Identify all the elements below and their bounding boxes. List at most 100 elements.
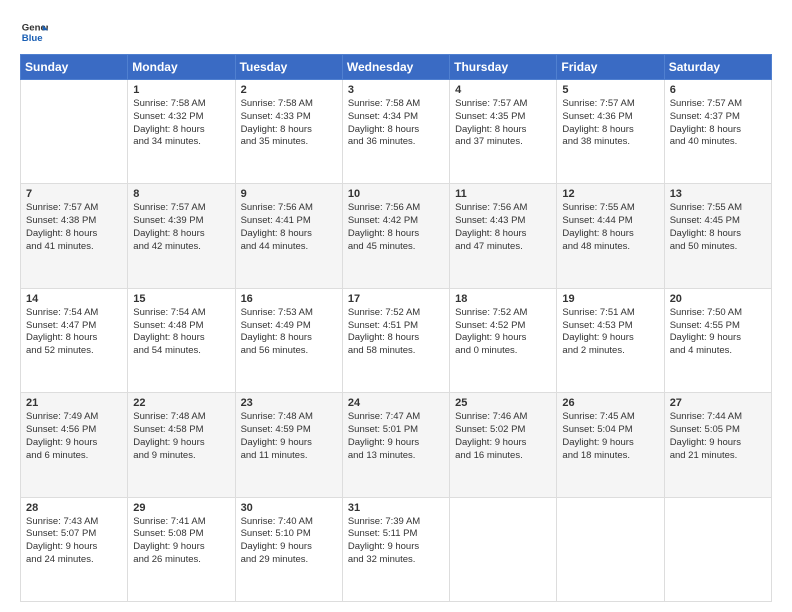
day-number: 20 — [670, 293, 766, 305]
calendar-cell: 6 Sunrise: 7:57 AM Sunset: 4:37 PM Daylig… — [664, 80, 771, 184]
day-info: Sunrise: 7:47 AM Sunset: 5:01 PM Dayligh… — [348, 411, 444, 462]
day-number: 11 — [455, 188, 551, 200]
calendar-cell: 28 Sunrise: 7:43 AM Sunset: 5:07 PM Dayli… — [21, 497, 128, 601]
calendar-week-row: 14 Sunrise: 7:54 AM Sunset: 4:47 PM Dayli… — [21, 288, 772, 392]
calendar-cell: 31Sunrise: 7:39 AM Sunset: 5:11 PM Dayli… — [342, 497, 449, 601]
day-info: Sunrise: 7:39 AM Sunset: 5:11 PM Dayligh… — [348, 516, 444, 567]
day-info: Sunrise: 7:49 AM Sunset: 4:56 PM Dayligh… — [26, 411, 122, 462]
calendar-cell: 7 Sunrise: 7:57 AM Sunset: 4:38 PM Daylig… — [21, 184, 128, 288]
day-info: Sunrise: 7:56 AM Sunset: 4:43 PM Dayligh… — [455, 202, 551, 253]
calendar-week-row: 28 Sunrise: 7:43 AM Sunset: 5:07 PM Dayli… — [21, 497, 772, 601]
day-info: Sunrise: 7:57 AM Sunset: 4:37 PM Dayligh… — [670, 98, 766, 149]
calendar-day-header: Saturday — [664, 55, 771, 80]
day-number: 27 — [670, 397, 766, 409]
calendar-day-header: Friday — [557, 55, 664, 80]
day-info: Sunrise: 7:54 AM Sunset: 4:48 PM Dayligh… — [133, 307, 229, 358]
calendar-cell — [664, 497, 771, 601]
day-number: 18 — [455, 293, 551, 305]
day-info: Sunrise: 7:46 AM Sunset: 5:02 PM Dayligh… — [455, 411, 551, 462]
calendar-cell: 2Sunrise: 7:58 AM Sunset: 4:33 PM Daylig… — [235, 80, 342, 184]
calendar-cell: 4 Sunrise: 7:57 AM Sunset: 4:35 PM Daylig… — [450, 80, 557, 184]
day-number: 1 — [133, 84, 229, 96]
calendar-cell: 11 Sunrise: 7:56 AM Sunset: 4:43 PM Dayli… — [450, 184, 557, 288]
calendar-cell: 13 Sunrise: 7:55 AM Sunset: 4:45 PM Dayli… — [664, 184, 771, 288]
day-info: Sunrise: 7:53 AM Sunset: 4:49 PM Dayligh… — [241, 307, 337, 358]
day-info: Sunrise: 7:54 AM Sunset: 4:47 PM Dayligh… — [26, 307, 122, 358]
calendar-cell: 29Sunrise: 7:41 AM Sunset: 5:08 PM Dayli… — [128, 497, 235, 601]
calendar-week-row: 7 Sunrise: 7:57 AM Sunset: 4:38 PM Daylig… — [21, 184, 772, 288]
day-info: Sunrise: 7:52 AM Sunset: 4:51 PM Dayligh… — [348, 307, 444, 358]
day-number: 24 — [348, 397, 444, 409]
day-info: Sunrise: 7:57 AM Sunset: 4:35 PM Dayligh… — [455, 98, 551, 149]
calendar-cell — [557, 497, 664, 601]
calendar-cell: 8 Sunrise: 7:57 AM Sunset: 4:39 PM Daylig… — [128, 184, 235, 288]
day-number: 7 — [26, 188, 122, 200]
calendar-cell: 19 Sunrise: 7:51 AM Sunset: 4:53 PM Dayli… — [557, 288, 664, 392]
day-info: Sunrise: 7:48 AM Sunset: 4:59 PM Dayligh… — [241, 411, 337, 462]
day-info: Sunrise: 7:50 AM Sunset: 4:55 PM Dayligh… — [670, 307, 766, 358]
calendar-week-row: 1 Sunrise: 7:58 AM Sunset: 4:32 PM Daylig… — [21, 80, 772, 184]
day-info: Sunrise: 7:58 AM Sunset: 4:32 PM Dayligh… — [133, 98, 229, 149]
day-info: Sunrise: 7:48 AM Sunset: 4:58 PM Dayligh… — [133, 411, 229, 462]
calendar-cell: 5 Sunrise: 7:57 AM Sunset: 4:36 PM Daylig… — [557, 80, 664, 184]
day-number: 12 — [562, 188, 658, 200]
day-info: Sunrise: 7:45 AM Sunset: 5:04 PM Dayligh… — [562, 411, 658, 462]
day-number: 16 — [241, 293, 337, 305]
calendar-day-header: Wednesday — [342, 55, 449, 80]
calendar-cell: 27 Sunrise: 7:44 AM Sunset: 5:05 PM Dayli… — [664, 393, 771, 497]
calendar-cell: 16 Sunrise: 7:53 AM Sunset: 4:49 PM Dayli… — [235, 288, 342, 392]
day-info: Sunrise: 7:43 AM Sunset: 5:07 PM Dayligh… — [26, 516, 122, 567]
day-info: Sunrise: 7:51 AM Sunset: 4:53 PM Dayligh… — [562, 307, 658, 358]
header: General Blue — [20, 18, 772, 46]
day-number: 5 — [562, 84, 658, 96]
day-number: 28 — [26, 502, 122, 514]
calendar-cell: 1 Sunrise: 7:58 AM Sunset: 4:32 PM Daylig… — [128, 80, 235, 184]
day-info: Sunrise: 7:55 AM Sunset: 4:45 PM Dayligh… — [670, 202, 766, 253]
day-info: Sunrise: 7:58 AM Sunset: 4:34 PM Dayligh… — [348, 98, 444, 149]
calendar-table: SundayMondayTuesdayWednesdayThursdayFrid… — [20, 54, 772, 602]
day-info: Sunrise: 7:56 AM Sunset: 4:41 PM Dayligh… — [241, 202, 337, 253]
day-number: 10 — [348, 188, 444, 200]
calendar-cell: 22Sunrise: 7:48 AM Sunset: 4:58 PM Dayli… — [128, 393, 235, 497]
calendar-cell: 23Sunrise: 7:48 AM Sunset: 4:59 PM Dayli… — [235, 393, 342, 497]
calendar-cell — [450, 497, 557, 601]
day-number: 14 — [26, 293, 122, 305]
day-info: Sunrise: 7:44 AM Sunset: 5:05 PM Dayligh… — [670, 411, 766, 462]
day-number: 4 — [455, 84, 551, 96]
svg-text:Blue: Blue — [22, 33, 43, 44]
calendar-cell: 21 Sunrise: 7:49 AM Sunset: 4:56 PM Dayli… — [21, 393, 128, 497]
day-info: Sunrise: 7:57 AM Sunset: 4:36 PM Dayligh… — [562, 98, 658, 149]
calendar-cell: 12 Sunrise: 7:55 AM Sunset: 4:44 PM Dayli… — [557, 184, 664, 288]
day-number: 8 — [133, 188, 229, 200]
day-number: 9 — [241, 188, 337, 200]
calendar-day-header: Tuesday — [235, 55, 342, 80]
day-number: 21 — [26, 397, 122, 409]
calendar-cell: 9 Sunrise: 7:56 AM Sunset: 4:41 PM Daylig… — [235, 184, 342, 288]
day-info: Sunrise: 7:52 AM Sunset: 4:52 PM Dayligh… — [455, 307, 551, 358]
day-number: 6 — [670, 84, 766, 96]
calendar-header-row: SundayMondayTuesdayWednesdayThursdayFrid… — [21, 55, 772, 80]
calendar-cell: 17Sunrise: 7:52 AM Sunset: 4:51 PM Dayli… — [342, 288, 449, 392]
calendar-cell: 18 Sunrise: 7:52 AM Sunset: 4:52 PM Dayli… — [450, 288, 557, 392]
calendar-cell: 25Sunrise: 7:46 AM Sunset: 5:02 PM Dayli… — [450, 393, 557, 497]
day-info: Sunrise: 7:40 AM Sunset: 5:10 PM Dayligh… — [241, 516, 337, 567]
calendar-cell — [21, 80, 128, 184]
logo: General Blue — [20, 18, 50, 46]
day-number: 26 — [562, 397, 658, 409]
calendar-cell: 14 Sunrise: 7:54 AM Sunset: 4:47 PM Dayli… — [21, 288, 128, 392]
calendar-day-header: Monday — [128, 55, 235, 80]
day-number: 15 — [133, 293, 229, 305]
logo-icon: General Blue — [20, 18, 48, 46]
day-info: Sunrise: 7:58 AM Sunset: 4:33 PM Dayligh… — [241, 98, 337, 149]
calendar-day-header: Thursday — [450, 55, 557, 80]
day-number: 29 — [133, 502, 229, 514]
calendar-week-row: 21 Sunrise: 7:49 AM Sunset: 4:56 PM Dayli… — [21, 393, 772, 497]
calendar-cell: 20 Sunrise: 7:50 AM Sunset: 4:55 PM Dayli… — [664, 288, 771, 392]
day-number: 13 — [670, 188, 766, 200]
calendar-cell: 10Sunrise: 7:56 AM Sunset: 4:42 PM Dayli… — [342, 184, 449, 288]
day-number: 3 — [348, 84, 444, 96]
day-info: Sunrise: 7:57 AM Sunset: 4:39 PM Dayligh… — [133, 202, 229, 253]
day-info: Sunrise: 7:55 AM Sunset: 4:44 PM Dayligh… — [562, 202, 658, 253]
day-number: 19 — [562, 293, 658, 305]
day-info: Sunrise: 7:57 AM Sunset: 4:38 PM Dayligh… — [26, 202, 122, 253]
